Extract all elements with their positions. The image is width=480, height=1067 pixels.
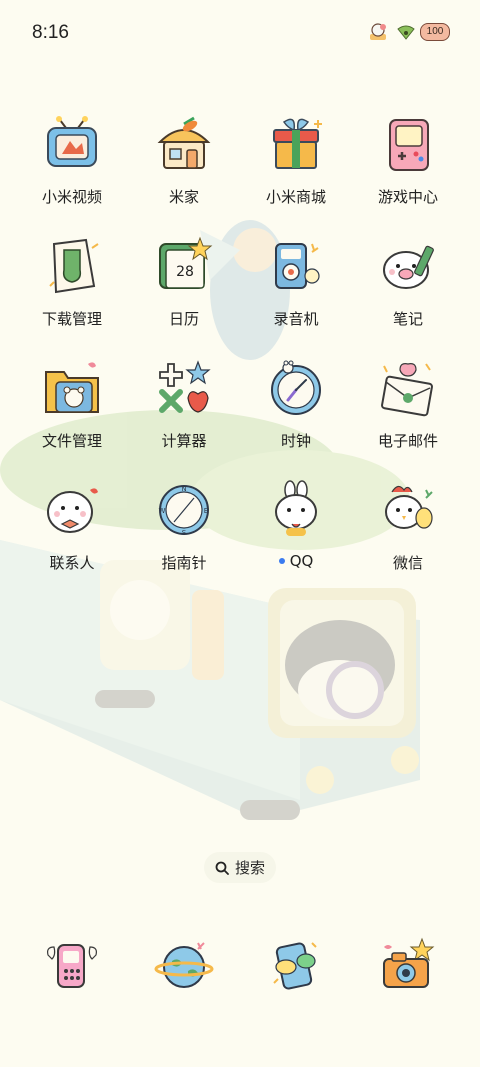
app-label: 日历 — [168, 310, 199, 328]
ice-cream-icon — [370, 23, 386, 40]
wifi-icon — [397, 25, 415, 40]
compass-icon: N E S W — [152, 478, 216, 542]
dock — [16, 932, 464, 998]
app-label: 下载管理 — [41, 310, 102, 328]
app-label: 微信 — [392, 554, 423, 572]
wechat-chick-icon — [376, 478, 440, 542]
app-label: 联系人 — [49, 554, 95, 572]
app-label: 小米视频 — [41, 188, 102, 206]
tv-icon — [40, 112, 104, 176]
search-label: 搜索 — [234, 859, 265, 877]
app-recorder[interactable]: 录音机 — [240, 234, 352, 356]
app-label: 文件管理 — [41, 432, 102, 450]
svg-text:E: E — [204, 507, 208, 515]
calendar-icon: 28 — [152, 234, 216, 298]
app-label: 时钟 — [280, 432, 311, 450]
app-clock[interactable]: 时钟 — [240, 356, 352, 478]
svg-text:S: S — [182, 529, 187, 537]
search-icon — [215, 861, 229, 875]
app-xiaomi-mall[interactable]: 小米商城 — [240, 112, 352, 234]
app-wechat[interactable]: 微信 — [352, 478, 464, 600]
app-calendar[interactable]: 28 日历 — [128, 234, 240, 356]
app-label: 计算器 — [161, 432, 207, 450]
app-label: 录音机 — [273, 310, 319, 328]
dock-camera[interactable] — [352, 932, 464, 998]
status-time: 8:16 — [32, 22, 69, 43]
battery-icon: 100 — [420, 23, 450, 41]
dock-messages[interactable] — [240, 932, 352, 998]
app-file-manager[interactable]: 文件管理 — [16, 356, 128, 478]
svg-text:N: N — [181, 485, 186, 493]
dock-phone[interactable] — [16, 932, 128, 998]
search-button[interactable]: 搜索 — [204, 852, 276, 883]
phone-icon — [39, 932, 105, 998]
app-email[interactable]: 电子邮件 — [352, 356, 464, 478]
app-label: 游戏中心 — [377, 188, 438, 206]
app-qq[interactable]: QQ — [240, 478, 352, 600]
app-label: 指南针 — [161, 554, 207, 572]
game-console-icon — [376, 112, 440, 176]
calculator-icon — [152, 356, 216, 420]
app-label: 米家 — [168, 188, 199, 206]
gift-box-icon — [264, 112, 328, 176]
app-label: 小米商城 — [265, 188, 326, 206]
app-compass[interactable]: N E S W 指南针 — [128, 478, 240, 600]
camera-icon — [375, 932, 441, 998]
messages-icon — [263, 932, 329, 998]
envelope-icon — [376, 356, 440, 420]
house-icon — [152, 112, 216, 176]
pig-pen-icon — [376, 234, 440, 298]
dock-browser[interactable] — [128, 932, 240, 998]
status-icons: 100 — [368, 22, 450, 42]
app-xiaomi-video[interactable]: 小米视频 — [16, 112, 128, 234]
app-game-center[interactable]: 游戏中心 — [352, 112, 464, 234]
folder-bear-icon — [40, 356, 104, 420]
status-bar: 8:16 100 — [0, 0, 480, 68]
app-calculator[interactable]: 计算器 — [128, 356, 240, 478]
clock-icon — [264, 356, 328, 420]
app-mijia[interactable]: 米家 — [128, 112, 240, 234]
app-contacts[interactable]: 联系人 — [16, 478, 128, 600]
sock-icon — [40, 234, 104, 298]
qq-bunny-icon — [264, 478, 328, 542]
contacts-bunny-icon — [40, 478, 104, 542]
app-label: 笔记 — [392, 310, 423, 328]
app-label-text: QQ — [289, 552, 314, 570]
notification-dot — [278, 558, 285, 564]
recorder-icon — [264, 234, 328, 298]
app-grid: 小米视频 米家 小米商城 游戏中心 下载管理 28 日历 录音机 笔记 文件管理… — [16, 112, 464, 600]
calendar-day: 28 — [176, 264, 194, 280]
app-notes[interactable]: 笔记 — [352, 234, 464, 356]
app-label: 电子邮件 — [377, 432, 438, 450]
app-label: QQ — [278, 552, 314, 570]
app-download-manager[interactable]: 下载管理 — [16, 234, 128, 356]
svg-text:W: W — [159, 507, 166, 515]
browser-globe-icon — [151, 932, 217, 998]
